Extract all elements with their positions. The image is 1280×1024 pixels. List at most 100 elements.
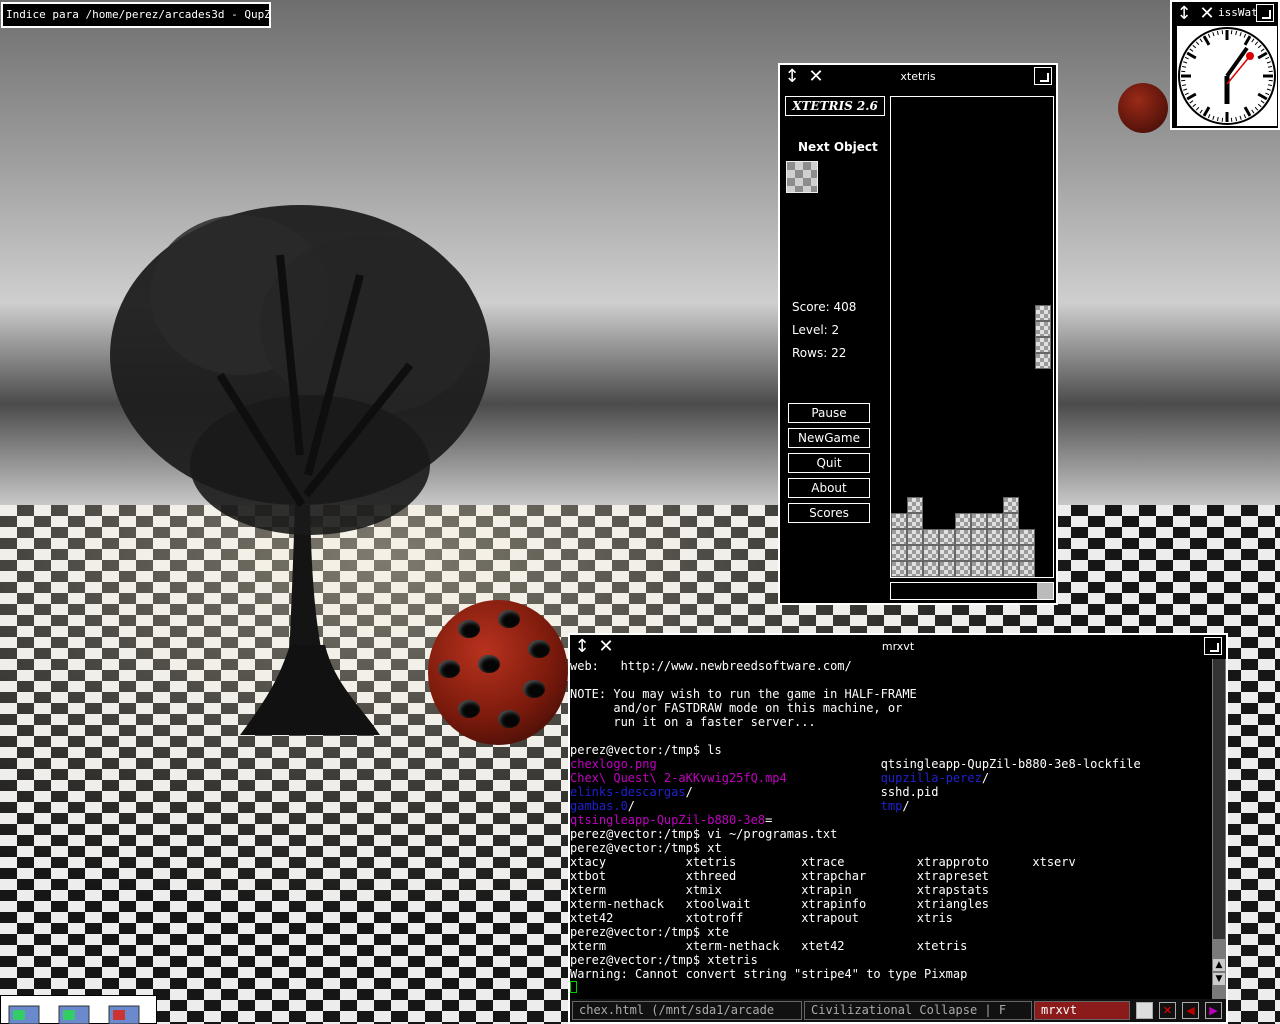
tetris-block bbox=[923, 561, 939, 577]
move-icon[interactable]: ↕ bbox=[1174, 4, 1194, 24]
terminal-window: ↕ ✕ mrxvt web: http://www.newbreedsoftwa… bbox=[568, 633, 1228, 1024]
tetris-block bbox=[1035, 353, 1051, 369]
tetris-block bbox=[891, 561, 907, 577]
window-icon[interactable] bbox=[107, 1002, 145, 1024]
terminal-line: xterm xterm-nethack xtet42 xtetris bbox=[570, 939, 968, 953]
tetris-block bbox=[1035, 337, 1051, 353]
red-ball-sprite bbox=[428, 600, 568, 745]
scroll-down-icon[interactable]: ▼ bbox=[1213, 973, 1225, 985]
xtetris-titlebar[interactable]: ↕ ✕ xtetris bbox=[780, 65, 1056, 89]
tetris-block bbox=[1003, 561, 1019, 577]
clock-window: ↕ ✕ issWat bbox=[1170, 0, 1280, 130]
pause-button[interactable]: Pause bbox=[788, 403, 870, 423]
tetris-block bbox=[1003, 529, 1019, 545]
next-object-label: Next Object bbox=[798, 140, 878, 154]
terminal-line: perez@vector:/tmp$ xt bbox=[570, 841, 722, 855]
next-piece-preview bbox=[786, 161, 818, 193]
game-board[interactable] bbox=[890, 96, 1054, 578]
level-text: Level: 2 bbox=[792, 323, 840, 337]
terminal-scrollbar[interactable]: ▲ ▼ bbox=[1212, 659, 1226, 999]
tetris-block bbox=[971, 561, 987, 577]
terminal-titlebar[interactable]: ↕ ✕ mrxvt bbox=[570, 635, 1226, 659]
browser-window-title[interactable]: Indice para /home/perez/arcades3d - QupZ… bbox=[1, 2, 271, 28]
terminal-line: web: http://www.newbreedsoftware.com/ bbox=[570, 659, 852, 673]
terminal-line: and/or FASTDRAW mode on this machine, or bbox=[570, 701, 903, 715]
terminal-line: NOTE: You may wish to run the game in HA… bbox=[570, 687, 917, 701]
game-status-bar bbox=[890, 582, 1054, 600]
tetris-block bbox=[1003, 513, 1019, 529]
quit-button[interactable]: Quit bbox=[788, 453, 870, 473]
tetris-block bbox=[1019, 545, 1035, 561]
terminal-line: elinks-descargas/ sshd.pid bbox=[570, 785, 939, 799]
next-tab-icon[interactable]: ▶ bbox=[1205, 1002, 1222, 1019]
previous-tab-icon[interactable]: ◀ bbox=[1182, 1002, 1199, 1019]
terminal-line: run it on a faster server... bbox=[570, 715, 816, 729]
tab-mrxvt[interactable]: mrxvt bbox=[1034, 1001, 1130, 1020]
maximize-icon[interactable] bbox=[1204, 637, 1222, 655]
scroll-up-icon[interactable]: ▲ bbox=[1213, 959, 1225, 971]
terminal-output[interactable]: web: http://www.newbreedsoftware.com/NOT… bbox=[570, 659, 1212, 999]
tetris-block bbox=[923, 545, 939, 561]
tetris-block bbox=[891, 545, 907, 561]
window-title: issWat bbox=[1218, 6, 1258, 19]
tetris-block bbox=[1019, 529, 1035, 545]
terminal-menu-icon[interactable] bbox=[1136, 1002, 1153, 1019]
terminal-tab-bar: chex.html (/mnt/sda1/arcade Civilization… bbox=[570, 999, 1226, 1022]
terminal-line: Warning: Cannot convert string "stripe4"… bbox=[570, 967, 968, 981]
xtetris-logo: XTETRIS 2.6 bbox=[785, 96, 885, 116]
tab-civilizational-collapse[interactable]: Civilizational Collapse | F bbox=[804, 1001, 1032, 1020]
terminal-line: gambas.0/ tmp/ bbox=[570, 799, 910, 813]
window-title: mrxvt bbox=[881, 640, 915, 653]
tetris-block bbox=[955, 561, 971, 577]
tetris-block bbox=[971, 545, 987, 561]
window-icon[interactable] bbox=[57, 1002, 95, 1024]
tetris-block bbox=[907, 561, 923, 577]
tetris-block bbox=[1035, 321, 1051, 337]
tetris-block bbox=[939, 545, 955, 561]
new-game-button[interactable]: NewGame bbox=[788, 428, 870, 448]
xtetris-window: ↕ ✕ xtetris XTETRIS 2.6 Next Object Scor… bbox=[778, 63, 1058, 605]
tetris-block bbox=[891, 513, 907, 529]
terminal-line: perez@vector:/tmp$ xtetris bbox=[570, 953, 758, 967]
close-tab-icon[interactable]: ✕ bbox=[1159, 1002, 1176, 1019]
tetris-block bbox=[987, 545, 1003, 561]
window-icon[interactable] bbox=[7, 1002, 45, 1024]
tetris-block bbox=[891, 529, 907, 545]
tetris-block bbox=[907, 545, 923, 561]
tetris-block bbox=[939, 561, 955, 577]
tab-chex[interactable]: chex.html (/mnt/sda1/arcade bbox=[572, 1001, 802, 1020]
terminal-line: perez@vector:/tmp$ vi ~/programas.txt bbox=[570, 827, 838, 841]
terminal-line: xtet42 xtotroff xtrapout xtris bbox=[570, 911, 953, 925]
scores-button[interactable]: Scores bbox=[788, 503, 870, 523]
tetris-block bbox=[955, 513, 971, 529]
terminal-line: Chex\ Quest\ 2-aKKvwig25fQ.mp4 qupzilla-… bbox=[570, 771, 990, 785]
maximize-icon[interactable] bbox=[1034, 67, 1052, 85]
analog-clock-face bbox=[1177, 26, 1277, 126]
tetris-block bbox=[955, 545, 971, 561]
window-title: xtetris bbox=[900, 70, 936, 83]
close-icon[interactable]: ✕ bbox=[1197, 4, 1217, 24]
about-button[interactable]: About bbox=[788, 478, 870, 498]
terminal-line: xterm-nethack xtoolwait xtrapinfo xtrian… bbox=[570, 897, 990, 911]
tetris-block bbox=[987, 513, 1003, 529]
terminal-line: xterm xtmix xtrapin xtrapstats bbox=[570, 883, 990, 897]
maximize-icon[interactable] bbox=[1256, 4, 1274, 22]
terminal-line: qtsingleapp-QupZil-b880-3e8= bbox=[570, 813, 773, 827]
rows-text: Rows: 22 bbox=[792, 346, 847, 360]
tetris-block bbox=[1019, 561, 1035, 577]
tetris-block bbox=[1003, 545, 1019, 561]
terminal-line: xtacy xtetris xtrace xtrapproto xtserv bbox=[570, 855, 1076, 869]
tetris-block bbox=[907, 529, 923, 545]
small-ball-sprite bbox=[1118, 83, 1168, 133]
terminal-line: perez@vector:/tmp$ ls bbox=[570, 743, 722, 757]
tetris-block bbox=[987, 529, 1003, 545]
tetris-block bbox=[939, 529, 955, 545]
tetris-block bbox=[955, 529, 971, 545]
score-text: Score: 408 bbox=[792, 300, 857, 314]
terminal-line: chexlogo.png qtsingleapp-QupZil-b880-3e8… bbox=[570, 757, 1141, 771]
tetris-block bbox=[971, 513, 987, 529]
terminal-line: xtbot xthreed xtrapchar xtrapreset bbox=[570, 869, 990, 883]
terminal-line: perez@vector:/tmp$ xte bbox=[570, 925, 729, 939]
